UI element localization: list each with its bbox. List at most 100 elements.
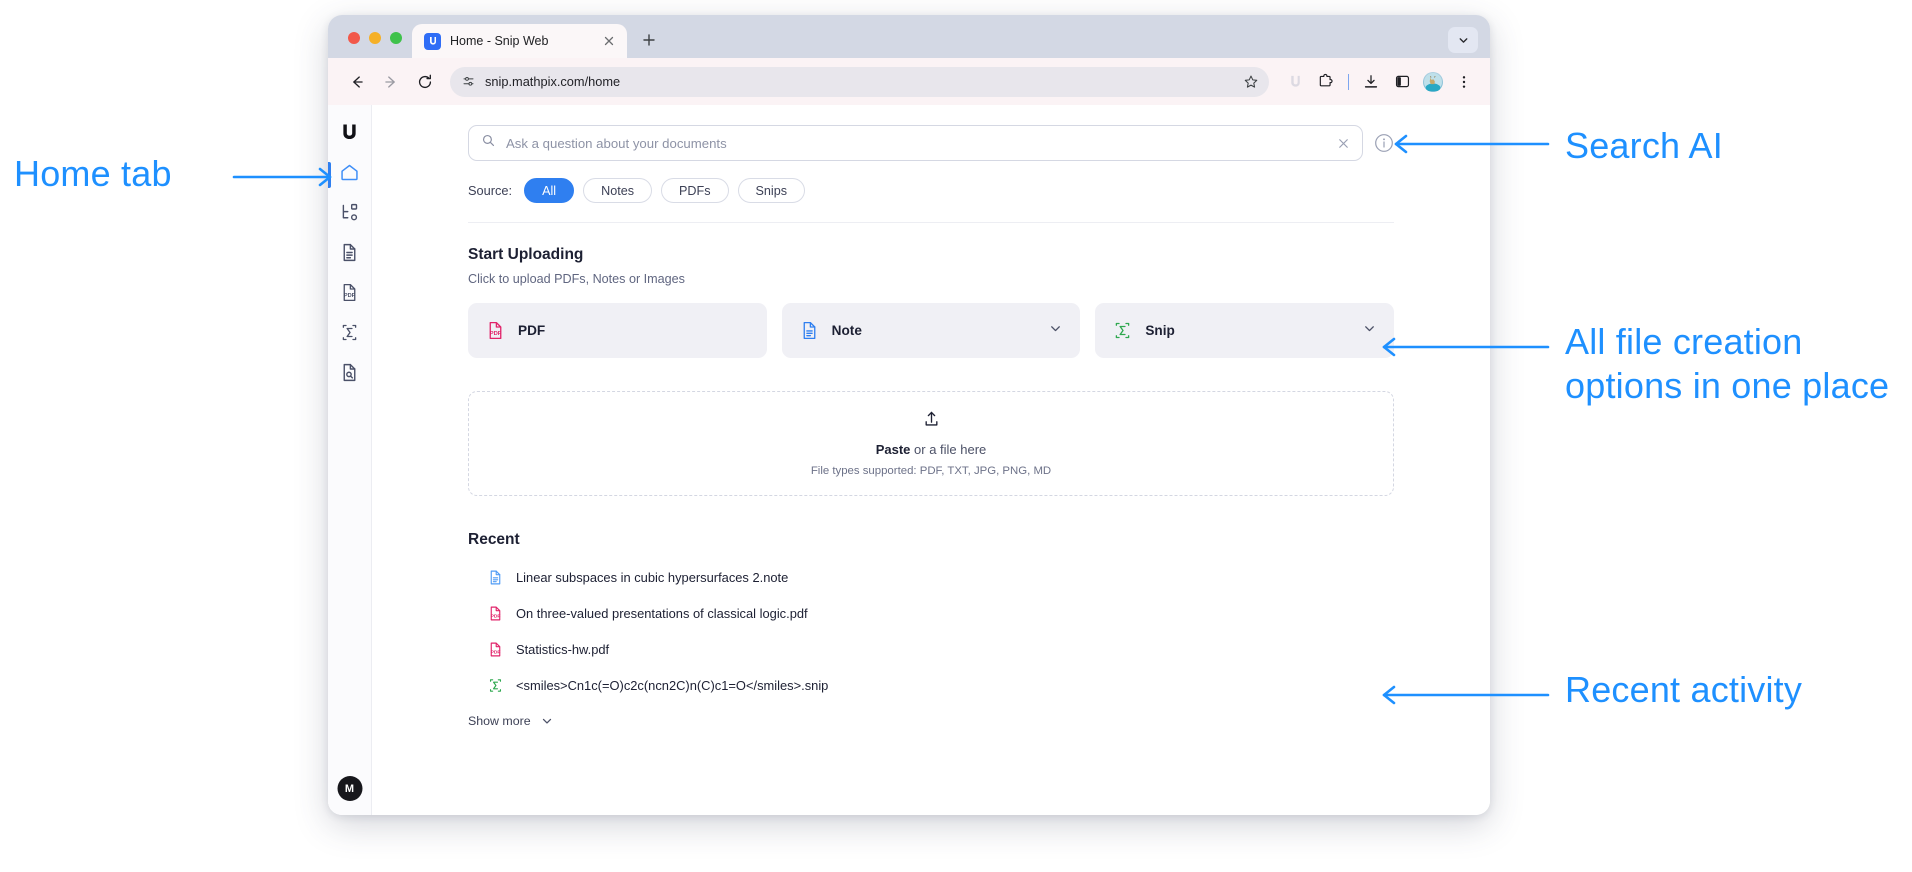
search-input[interactable]: Ask a question about your documents [506, 136, 1326, 151]
section-divider [468, 222, 1394, 223]
sidebar-item-workspace[interactable] [333, 195, 367, 235]
main-content: Ask a question about your documents Sour… [372, 105, 1490, 815]
sidebar-item-notes[interactable] [333, 235, 367, 275]
list-item[interactable]: PDF On three-valued presentations of cla… [466, 595, 1396, 631]
upload-card-note[interactable]: Note [781, 303, 1081, 358]
new-tab-button[interactable] [635, 26, 663, 54]
forward-arrow-icon[interactable] [376, 67, 406, 97]
reload-icon[interactable] [410, 67, 440, 97]
tab-title: Home - Snip Web [450, 34, 549, 48]
user-avatar[interactable]: M [337, 776, 362, 801]
file-dropzone[interactable]: Paste or a file here File types supporte… [468, 391, 1394, 496]
document-search-icon [339, 362, 360, 388]
dropzone-filetypes: File types supported: PDF, TXT, JPG, PNG… [810, 465, 1052, 477]
snip-sigma-icon [1112, 320, 1133, 341]
back-arrow-icon[interactable] [342, 67, 372, 97]
app-sidebar: PDF M [328, 105, 372, 815]
url-text: snip.mathpix.com/home [485, 74, 621, 89]
star-icon[interactable] [1243, 74, 1259, 90]
recent-item-name: Linear subspaces in cubic hypersurfaces … [516, 569, 789, 585]
close-icon[interactable] [601, 33, 617, 49]
sidebar-item-search-documents[interactable] [333, 355, 367, 395]
web-page: PDF M Ask a question about your document… [328, 105, 1490, 815]
svg-text:PDF: PDF [344, 293, 356, 299]
pdf-file-icon: PDF [487, 605, 504, 622]
tree-hierarchy-icon [339, 202, 360, 228]
address-bar[interactable]: snip.mathpix.com/home [450, 66, 1269, 97]
profile-avatar[interactable] [1419, 68, 1447, 96]
sidebar-item-snips[interactable] [333, 315, 367, 355]
side-panel-icon[interactable] [1388, 68, 1416, 96]
list-item[interactable]: Linear subspaces in cubic hypersurfaces … [466, 559, 1396, 595]
browser-toolbar: snip.mathpix.com/home [328, 58, 1490, 105]
chevron-down-icon[interactable] [1048, 321, 1063, 341]
source-label: Source: [468, 183, 513, 198]
annotation-search-ai: Search AI [1565, 125, 1723, 166]
svg-text:PDF: PDF [491, 613, 501, 619]
browser-tab-strip: Home - Snip Web [328, 15, 1490, 58]
recent-list: Linear subspaces in cubic hypersurfaces … [466, 559, 1396, 703]
start-uploading-subtitle: Click to upload PDFs, Notes or Images [468, 272, 685, 286]
source-chip-notes[interactable]: Notes [583, 178, 653, 203]
upload-icon [922, 410, 941, 434]
extensions-puzzle-icon[interactable] [1312, 68, 1340, 96]
document-icon [339, 242, 360, 268]
source-chip-pdfs[interactable]: PDFs [661, 178, 729, 203]
annotation-recent-activity: Recent activity [1565, 669, 1803, 710]
dropzone-primary-text: Paste or a file here [876, 442, 987, 457]
source-filter: Source: All Notes PDFs Snips [466, 178, 1396, 203]
sidebar-item-pdfs[interactable]: PDF [333, 275, 367, 315]
chevron-down-icon[interactable] [1362, 321, 1377, 341]
svg-text:PDF: PDF [490, 331, 502, 337]
chevron-down-icon [540, 714, 554, 728]
paste-action-text: Paste [875, 442, 911, 457]
pdf-file-icon: PDF [485, 320, 506, 341]
screenshot-stage: Home - Snip Web snip.mathpix.com/home PD… [0, 0, 1912, 872]
snip-sigma-icon [487, 677, 504, 694]
pdf-icon: PDF [339, 282, 360, 308]
annotation-arrow-search-ai [1394, 134, 1550, 154]
close-window-button[interactable] [348, 32, 360, 44]
recent-item-name: <smiles>Cn1c(=O)c2c(ncn2C)n(C)c1=O</smil… [516, 677, 829, 693]
show-more-label: Show more [468, 714, 531, 728]
avatar-initial: M [344, 782, 355, 795]
note-file-icon [487, 569, 504, 586]
list-item[interactable]: PDF Statistics-hw.pdf [466, 631, 1396, 667]
toolbar-divider [1348, 73, 1349, 90]
annotation-arrow-recent-activity [1382, 685, 1550, 705]
list-item[interactable]: <smiles>Cn1c(=O)c2c(ncn2C)n(C)c1=O</smil… [466, 667, 1396, 703]
annotation-arrow-home [232, 167, 332, 187]
annotation-home-tab: Home tab [14, 153, 172, 194]
upload-cards: PDF PDF Note Snip [466, 303, 1396, 358]
note-file-icon [799, 320, 820, 341]
home-icon [339, 162, 360, 188]
browser-window: Home - Snip Web snip.mathpix.com/home PD… [328, 15, 1490, 815]
dropzone-rest-text: or a file here [910, 442, 987, 457]
tab-search-button[interactable] [1448, 27, 1478, 53]
more-menu-icon[interactable] [1450, 68, 1478, 96]
downloads-icon[interactable] [1357, 68, 1385, 96]
recent-item-name: On three-valued presentations of classic… [516, 605, 808, 621]
minimize-window-button[interactable] [369, 32, 381, 44]
upload-card-pdf[interactable]: PDF PDF [468, 303, 767, 358]
recent-title: Recent [468, 531, 520, 548]
browser-tab[interactable]: Home - Snip Web [412, 24, 627, 58]
show-more-button[interactable]: Show more [468, 714, 1396, 728]
start-uploading-title: Start Uploading [468, 246, 584, 263]
sigma-snip-icon [339, 322, 360, 348]
recent-item-name: Statistics-hw.pdf [516, 641, 610, 657]
annotation-arrow-file-creation [1382, 337, 1550, 357]
search-row: Ask a question about your documents [466, 125, 1396, 161]
mathpix-extension-icon[interactable] [1281, 68, 1309, 96]
upload-card-snip[interactable]: Snip [1095, 303, 1395, 358]
maximize-window-button[interactable] [390, 32, 402, 44]
search-bar[interactable]: Ask a question about your documents [468, 125, 1363, 161]
window-controls[interactable] [340, 32, 412, 58]
source-chip-all[interactable]: All [524, 178, 575, 203]
tune-icon[interactable] [461, 74, 476, 89]
source-chip-snips[interactable]: Snips [737, 178, 806, 203]
close-icon[interactable] [1336, 136, 1351, 151]
mathpix-logo[interactable] [333, 115, 367, 149]
upload-card-label: PDF [518, 323, 546, 338]
svg-text:PDF: PDF [491, 649, 501, 655]
